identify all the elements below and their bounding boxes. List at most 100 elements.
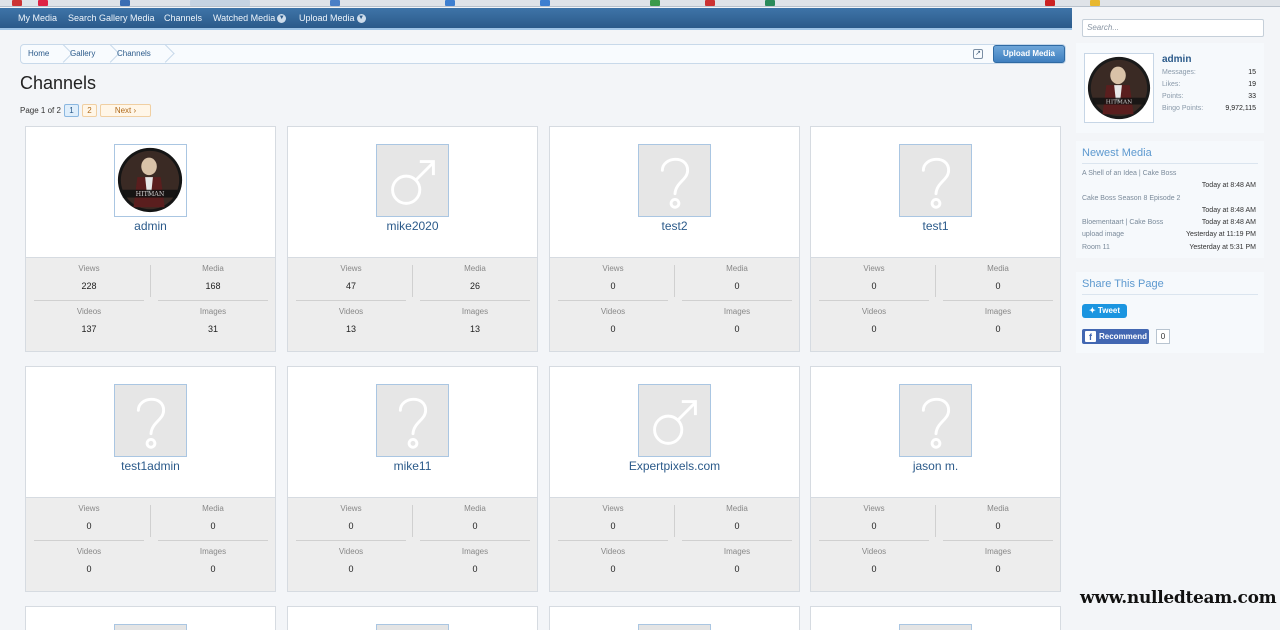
stat-images: Images 31 [154, 307, 272, 334]
newest-media-item[interactable]: Cake Boss Season 8 Episode 2 [1082, 195, 1180, 202]
nav-my-media[interactable]: My Media [18, 13, 57, 23]
bookmark-icon[interactable] [12, 0, 22, 6]
nav-upload-media[interactable]: Upload Media ▼ [299, 13, 366, 24]
channel-card-partial[interactable] [810, 606, 1061, 630]
stat-label: Images [199, 307, 227, 316]
svg-text:HITMAN: HITMAN [1106, 100, 1132, 106]
bookmark-icon[interactable] [1090, 0, 1100, 6]
divider [935, 505, 936, 537]
bookmark-icon[interactable] [705, 0, 715, 6]
stat-value: 0 [871, 564, 877, 574]
channel-avatar[interactable] [376, 144, 449, 217]
tweet-button[interactable]: ✦ Tweet [1082, 304, 1127, 318]
channel-avatar[interactable] [638, 144, 711, 217]
breadcrumb-gallery[interactable]: Gallery [70, 49, 95, 58]
nav-search-gallery-media[interactable]: Search Gallery Media [68, 13, 155, 23]
bookmark-icon[interactable] [38, 0, 48, 6]
channel-card[interactable]: mike11 Views 0 Media 0 Videos 0 Images 0 [287, 366, 538, 592]
search-input[interactable]: Search... [1082, 19, 1264, 37]
svg-text:HITMAN: HITMAN [136, 191, 165, 198]
recommend-label: Recommend [1099, 332, 1148, 341]
channel-card[interactable]: HITMAN admin Views 228 Media 168 Videos 137 Imag… [25, 126, 276, 352]
visitor-stat-messages: Messages: 15 [1162, 69, 1256, 76]
channel-card[interactable]: Expertpixels.com Views 0 Media 0 Videos 0 Image… [549, 366, 800, 592]
bookmark-icon[interactable] [540, 0, 550, 6]
visitor-username[interactable]: admin [1162, 54, 1191, 65]
channel-avatar[interactable] [376, 384, 449, 457]
stat-label: Views [863, 264, 885, 273]
channel-card-partial[interactable] [287, 606, 538, 630]
bookmark-icon[interactable] [1045, 0, 1055, 6]
newest-media-time: Yesterday at 11:19 PM [1185, 231, 1256, 238]
divider [1082, 163, 1258, 164]
stat-label: Media [464, 504, 486, 513]
stat-value: 0 [995, 281, 1001, 291]
channel-card[interactable]: jason m. Views 0 Media 0 Videos 0 Images 0 [810, 366, 1061, 592]
channel-name[interactable]: admin [26, 219, 275, 233]
facebook-recommend-button[interactable]: f Recommend [1082, 329, 1149, 344]
bookmark-icon[interactable] [190, 0, 250, 6]
divider [150, 265, 151, 297]
channel-name[interactable]: test1admin [26, 459, 275, 473]
channel-name[interactable]: test1 [811, 219, 1060, 233]
newest-media-item[interactable]: upload image [1082, 231, 1124, 238]
stat-value: 0 [210, 564, 216, 574]
channel-name[interactable]: mike2020 [288, 219, 537, 233]
stat-value: 0 [86, 521, 92, 531]
channel-name[interactable]: Expertpixels.com [550, 459, 799, 473]
next-page-link[interactable]: Next › [100, 104, 151, 117]
chevron-down-icon[interactable]: ▼ [356, 14, 366, 24]
stat-images: Images 0 [678, 547, 796, 574]
channel-avatar[interactable] [899, 384, 972, 457]
nav-channels[interactable]: Channels [164, 13, 202, 23]
stat-label: Videos [76, 547, 102, 556]
chevron-down-icon[interactable]: ▼ [277, 14, 287, 24]
channel-avatar[interactable] [114, 384, 187, 457]
page-link-1[interactable]: 1 [64, 104, 79, 117]
stat-value: 0 [995, 521, 1001, 531]
newest-media-item[interactable]: Room 11 [1082, 244, 1110, 251]
bookmark-icon[interactable] [650, 0, 660, 6]
upload-media-button[interactable]: Upload Media [993, 45, 1065, 63]
facebook-icon: f [1085, 331, 1096, 342]
bookmark-icon[interactable] [120, 0, 130, 6]
stat-label: Videos [861, 547, 887, 556]
watermark: www.nulledteam.com [1080, 588, 1277, 608]
channel-card-partial[interactable] [25, 606, 276, 630]
channel-avatar[interactable] [638, 384, 711, 457]
channel-card[interactable]: test1 Views 0 Media 0 Videos 0 Images 0 [810, 126, 1061, 352]
newest-media-item[interactable]: A Shell of an Idea | Cake Boss [1082, 170, 1176, 177]
channel-card[interactable]: mike2020 Views 47 Media 26 Videos 13 Images 13 [287, 126, 538, 352]
divider [935, 265, 936, 297]
stat-value: 228 [81, 281, 97, 291]
divider [420, 300, 530, 301]
channel-card[interactable]: test1admin Views 0 Media 0 Videos 0 Images 0 [25, 366, 276, 592]
stat-label: Images [461, 307, 489, 316]
stat-media: Media 0 [678, 504, 796, 531]
breadcrumb-home[interactable]: Home [28, 49, 49, 58]
unknown-avatar-icon [900, 145, 971, 216]
page-link-2[interactable]: 2 [82, 104, 97, 117]
channel-avatar[interactable] [899, 144, 972, 217]
channel-name[interactable]: mike11 [288, 459, 537, 473]
newest-media-block: Newest Media A Shell of an Idea | Cake B… [1076, 141, 1264, 258]
channel-name[interactable]: test2 [550, 219, 799, 233]
bookmark-icon[interactable] [765, 0, 775, 6]
divider [1082, 294, 1258, 295]
breadcrumb-channels[interactable]: Channels [117, 49, 151, 58]
divider [150, 505, 151, 537]
visitor-avatar[interactable]: HITMAN [1084, 53, 1154, 123]
channel-card-partial[interactable] [549, 606, 800, 630]
channel-card[interactable]: test2 Views 0 Media 0 Videos 0 Images 0 [549, 126, 800, 352]
tweet-label: Tweet [1097, 306, 1120, 315]
bookmark-icon[interactable] [330, 0, 340, 6]
channel-avatar[interactable]: HITMAN [114, 144, 187, 217]
bookmark-icon[interactable] [445, 0, 455, 6]
channel-name[interactable]: jason m. [811, 459, 1060, 473]
stat-label: Media [726, 504, 748, 513]
newest-media-item[interactable]: Bloementaart | Cake Boss [1082, 219, 1163, 226]
external-link-icon[interactable]: ↗ [973, 49, 983, 59]
stat-videos: Videos 13 [292, 307, 410, 334]
stat-media: Media 168 [154, 264, 272, 291]
nav-watched-media[interactable]: Watched Media ▼ [213, 13, 287, 24]
